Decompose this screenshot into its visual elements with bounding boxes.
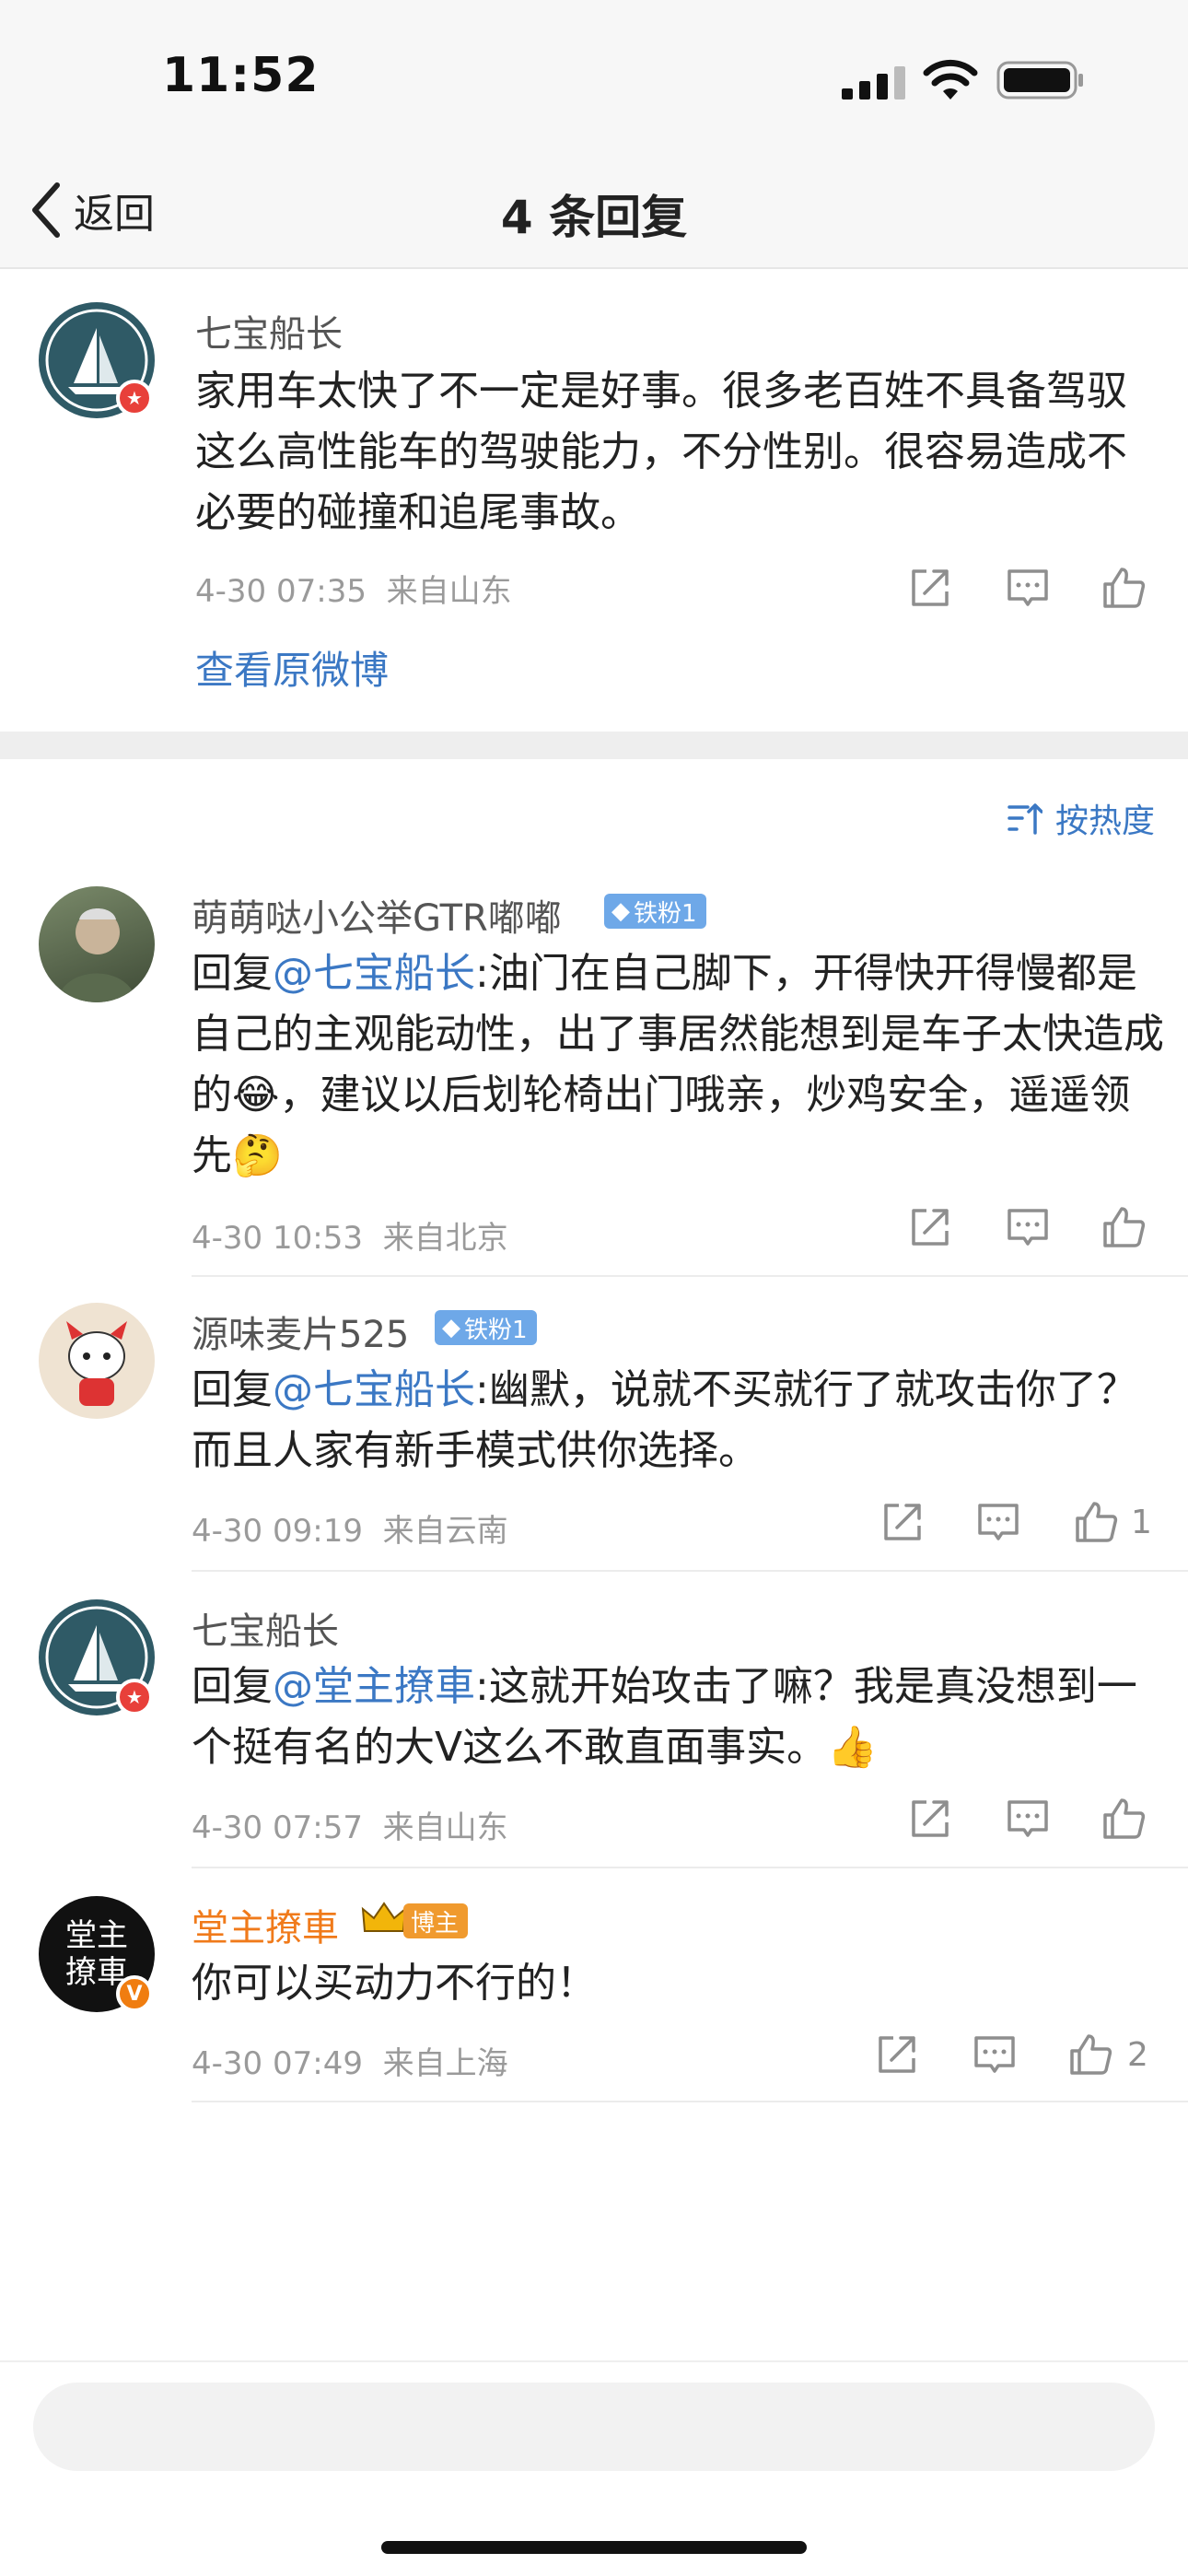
comment-button[interactable] bbox=[1004, 564, 1055, 615]
reply-text: 回复@七宝船长:油门在自己脚下，开得快开得慢都是自己的主观能动性，出了事居然能想… bbox=[192, 943, 1168, 1187]
like-button[interactable] bbox=[1100, 1795, 1151, 1846]
original-comment: ★ 七宝船长 家用车太快了不一定是好事。很多老百姓不具备驾驭这么高性能车的驾驶能… bbox=[0, 271, 1188, 732]
location: 来自上海 bbox=[382, 2045, 508, 2082]
username[interactable]: 源味麦片525 bbox=[192, 1305, 409, 1358]
verified-badge-icon: ★ bbox=[116, 380, 153, 416]
comment-button[interactable] bbox=[1004, 1795, 1055, 1846]
thumbs-up-icon bbox=[1103, 568, 1146, 608]
reply-input[interactable] bbox=[33, 2383, 1155, 2471]
time: 4-30 09:19 bbox=[192, 1513, 363, 1550]
timestamp: 4-30 09:19 来自云南 bbox=[192, 1505, 508, 1551]
timestamp: 4-30 10:53 来自北京 bbox=[192, 1212, 508, 1258]
sort-label: 按热度 bbox=[1054, 802, 1155, 840]
diamond-icon: ◆ bbox=[442, 1314, 460, 1341]
timestamp: 4-30 07:57 来自山东 bbox=[192, 1802, 508, 1847]
comment-button[interactable] bbox=[974, 1498, 1026, 1550]
section-divider bbox=[0, 732, 1188, 759]
comment-icon bbox=[978, 1504, 1019, 1540]
cartoon-avatar-icon bbox=[66, 1321, 127, 1406]
view-original-link[interactable]: 查看原微博 bbox=[195, 639, 389, 696]
comment-text: 家用车太快了不一定是好事。很多老百姓不具备驾驭这么高性能车的驾驶能力，不分性别。… bbox=[195, 368, 1127, 536]
thumbs-up-icon bbox=[1070, 2034, 1112, 2075]
share-button[interactable] bbox=[906, 1795, 958, 1846]
reply-prefix: 回复 bbox=[192, 950, 273, 997]
home-indicator bbox=[381, 2541, 807, 2554]
fan-tag: ◆ 铁粉1 bbox=[604, 894, 706, 929]
username[interactable]: 萌萌哒小公举GTR嘟嘟 bbox=[192, 888, 562, 942]
share-button[interactable] bbox=[906, 564, 958, 615]
comment-icon bbox=[1007, 1800, 1048, 1837]
timestamp: 4-30 07:35 来自山东 bbox=[195, 566, 512, 611]
thumbs-up-icon bbox=[1076, 1502, 1118, 1542]
verified-badge-icon: ★ bbox=[116, 1679, 153, 1715]
like-count: 1 bbox=[1131, 1504, 1152, 1541]
like-button[interactable] bbox=[1072, 1498, 1124, 1550]
share-button[interactable] bbox=[879, 1498, 930, 1550]
reply-text: 你可以买动力不行的！ bbox=[192, 1953, 1168, 2014]
reply-body: 你可以买动力不行的！ bbox=[192, 1960, 597, 2007]
avatar[interactable] bbox=[39, 1303, 155, 1419]
comment-icon bbox=[1007, 569, 1048, 606]
time: 4-30 07:57 bbox=[192, 1809, 363, 1846]
mention-link[interactable]: @七宝船长 bbox=[273, 950, 475, 997]
share-icon bbox=[879, 2036, 915, 2073]
comment-button[interactable] bbox=[971, 2031, 1022, 2082]
bottom-divider bbox=[0, 2360, 1188, 2362]
like-button[interactable] bbox=[1066, 2031, 1118, 2082]
comment-icon bbox=[1007, 1209, 1048, 1246]
avatar[interactable] bbox=[39, 886, 155, 1002]
username[interactable]: 七宝船长 bbox=[195, 304, 343, 357]
crown-icon bbox=[361, 1902, 407, 1932]
like-button[interactable] bbox=[1100, 564, 1151, 615]
username[interactable]: 七宝船长 bbox=[192, 1601, 339, 1655]
sort-icon bbox=[1007, 803, 1042, 835]
tag-label: 博主 bbox=[411, 1909, 460, 1938]
thumbs-up-icon bbox=[1103, 1798, 1146, 1839]
mention-link[interactable]: @七宝船长 bbox=[273, 1366, 475, 1413]
like-count: 2 bbox=[1127, 2036, 1148, 2074]
row-divider bbox=[192, 1275, 1188, 1277]
timestamp: 4-30 07:49 来自上海 bbox=[192, 2038, 508, 2083]
verified-v-badge-icon: V bbox=[116, 1975, 153, 2012]
blogger-tag: 博主 bbox=[403, 1903, 469, 1938]
share-button[interactable] bbox=[873, 2031, 925, 2082]
wifi-icon bbox=[923, 59, 978, 100]
thumbs-up-icon bbox=[1103, 1207, 1146, 1247]
cellular-signal-icon bbox=[842, 66, 905, 100]
location: 来自山东 bbox=[382, 1809, 508, 1846]
row-divider bbox=[192, 2101, 1188, 2102]
tag-label: 铁粉1 bbox=[634, 899, 697, 928]
page-title: 4 条回复 bbox=[500, 191, 688, 244]
location: 来自山东 bbox=[386, 573, 512, 610]
username[interactable]: 堂主撩車 bbox=[192, 1898, 339, 1951]
location: 来自云南 bbox=[382, 1513, 508, 1550]
share-icon bbox=[884, 1504, 921, 1540]
reply-prefix: 回复 bbox=[192, 1366, 273, 1413]
reply-text: 回复@堂主撩車:这就开始攻击了嘛？我是真没想到一个挺有名的大V这么不敢直面事实。… bbox=[192, 1657, 1168, 1778]
comment-button[interactable] bbox=[1004, 1203, 1055, 1255]
sort-button[interactable]: 按热度 bbox=[1006, 794, 1155, 842]
reply-text: 回复@七宝船长:幽默，说就不买就行了就攻击你了？而且人家有新手模式供你选择。 bbox=[192, 1360, 1168, 1481]
tag-label: 铁粉1 bbox=[464, 1316, 528, 1344]
mention-link[interactable]: @堂主撩車 bbox=[273, 1663, 475, 1710]
battery-icon bbox=[996, 61, 1083, 100]
fan-tag: ◆ 铁粉1 bbox=[435, 1310, 537, 1345]
row-divider bbox=[192, 1570, 1188, 1572]
user-photo-icon bbox=[57, 908, 136, 1002]
row-divider bbox=[192, 1867, 1188, 1868]
time: 4-30 07:35 bbox=[195, 573, 367, 610]
like-button[interactable] bbox=[1100, 1203, 1151, 1255]
share-button[interactable] bbox=[906, 1203, 958, 1255]
status-time: 11:52 bbox=[162, 48, 320, 103]
top-bar: 11:52 返回 4 条回复 bbox=[0, 0, 1188, 269]
share-icon bbox=[912, 1209, 949, 1246]
share-icon bbox=[912, 569, 949, 606]
diamond-icon: ◆ bbox=[611, 897, 630, 925]
reply-prefix: 回复 bbox=[192, 1663, 273, 1710]
location: 来自北京 bbox=[382, 1220, 508, 1257]
share-icon bbox=[912, 1800, 949, 1837]
time: 4-30 07:49 bbox=[192, 2045, 363, 2082]
time: 4-30 10:53 bbox=[192, 1220, 363, 1257]
comment-icon bbox=[974, 2036, 1015, 2073]
